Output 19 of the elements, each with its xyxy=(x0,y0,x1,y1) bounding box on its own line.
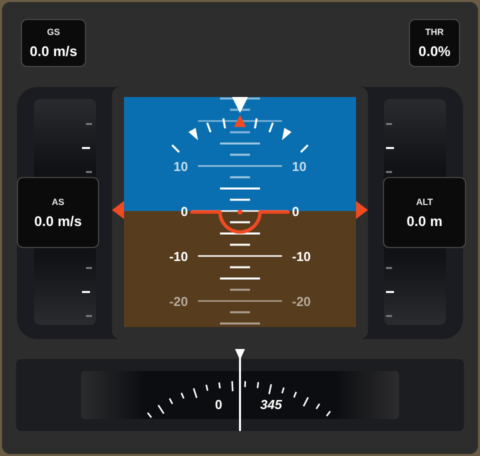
readout-value: 0.0 m xyxy=(406,214,442,228)
heading-label: 345 xyxy=(260,396,282,414)
readout-value: 0.0 m/s xyxy=(30,44,78,58)
pitch-label: 10 xyxy=(292,159,306,174)
readout-label: ALT xyxy=(416,198,433,206)
pitch-marker-icon xyxy=(356,201,368,219)
readout-label: AS xyxy=(52,198,64,206)
readout-label: THR xyxy=(425,28,444,37)
pitch-label: -20 xyxy=(169,294,188,309)
readout-value: 0.0% xyxy=(418,44,450,58)
pitch-label: 10 xyxy=(174,159,188,174)
heading-label: 0 xyxy=(215,396,222,414)
pitch-marker-icon xyxy=(112,201,124,219)
pitch-label: -20 xyxy=(292,294,311,309)
readout-label: GS xyxy=(46,28,60,37)
pitch-label: -10 xyxy=(292,249,311,264)
heading-pointer-icon xyxy=(234,349,246,431)
pitch-label: -10 xyxy=(169,249,188,264)
readout-value: 0.0 m/s xyxy=(34,214,82,228)
